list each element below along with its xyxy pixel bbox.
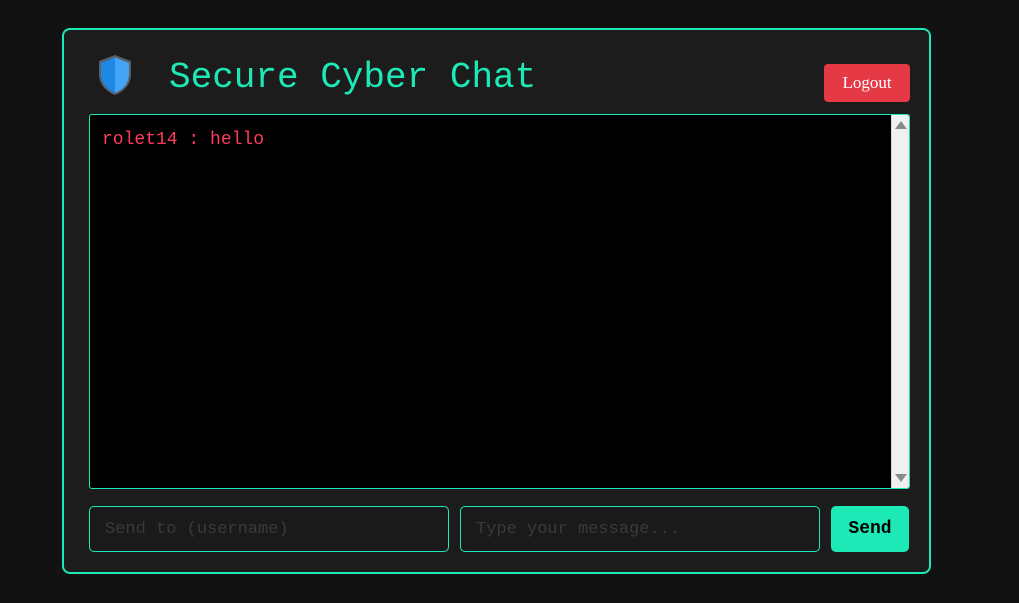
chat-app-panel: Secure Cyber Chat Logout rolet14 : hello… [62,28,931,574]
logout-button[interactable]: Logout [824,64,910,102]
composer: Send [89,506,910,552]
chat-messages-box[interactable]: rolet14 : hello [89,114,910,489]
scrollbar[interactable] [891,115,909,488]
send-button[interactable]: Send [831,506,909,552]
recipient-input[interactable] [89,506,449,552]
scroll-down-arrow-icon[interactable] [895,474,907,482]
shield-icon [99,55,131,95]
scroll-up-arrow-icon[interactable] [895,121,907,129]
message-item: rolet14 : hello [102,130,265,150]
header: Secure Cyber Chat Logout [64,30,929,115]
message-input[interactable] [460,506,820,552]
message-list: rolet14 : hello [90,115,890,488]
page-title: Secure Cyber Chat [169,57,537,98]
